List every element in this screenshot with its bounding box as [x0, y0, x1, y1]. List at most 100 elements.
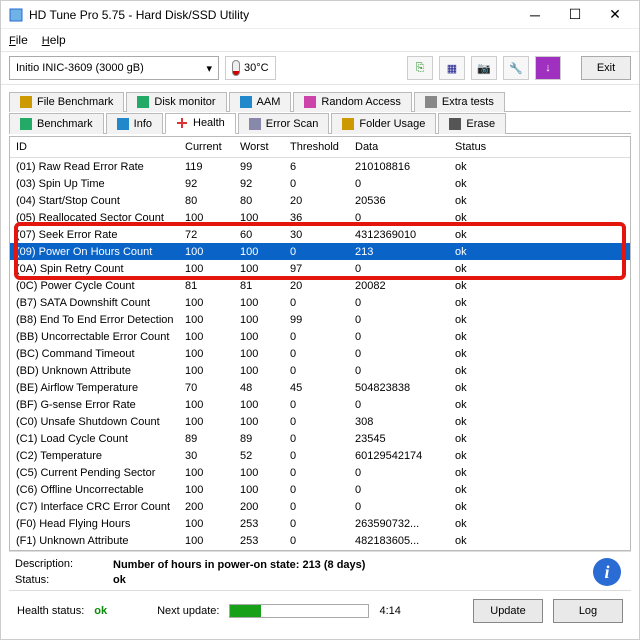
tab-disk-monitor[interactable]: Disk monitor — [126, 92, 226, 112]
cell: 100 — [240, 484, 290, 496]
cell: 60129542174 — [355, 450, 455, 462]
cell: 100 — [185, 263, 240, 275]
save-button[interactable]: ↓ — [535, 56, 561, 80]
tab-info[interactable]: Info — [106, 113, 163, 134]
cell: 99 — [290, 314, 355, 326]
tab-label: Random Access — [321, 96, 400, 108]
cell: 23545 — [355, 433, 455, 445]
camera-button[interactable]: 📷 — [471, 56, 497, 80]
table-row[interactable]: (C1) Load Cycle Count8989023545ok — [10, 430, 630, 447]
table-row[interactable]: (09) Power On Hours Count1001000213ok — [10, 243, 630, 260]
table-row[interactable]: (F1) Unknown Attribute1002530482183605..… — [10, 532, 630, 549]
close-button[interactable]: ✕ — [595, 1, 635, 29]
cell: 81 — [185, 280, 240, 292]
cell: 0 — [355, 178, 455, 190]
table-row[interactable]: (BE) Airflow Temperature704845504823838o… — [10, 379, 630, 396]
settings-button[interactable]: 🔧 — [503, 56, 529, 80]
cell: 213 — [355, 246, 455, 258]
cell: 100 — [240, 348, 290, 360]
cell: 100 — [185, 246, 240, 258]
table-row[interactable]: (B7) SATA Downshift Count10010000ok — [10, 294, 630, 311]
cell: 80 — [240, 195, 290, 207]
col-data[interactable]: Data — [355, 141, 455, 153]
cell: 253 — [240, 518, 290, 530]
disk-monitor-icon — [137, 96, 149, 108]
cell: 0 — [355, 365, 455, 377]
table-row[interactable]: (B8) End To End Error Detection100100990… — [10, 311, 630, 328]
table-row[interactable]: (BF) G-sense Error Rate10010000ok — [10, 396, 630, 413]
cell: (03) Spin Up Time — [10, 178, 185, 190]
cell: 0 — [355, 399, 455, 411]
cell: 0 — [290, 297, 355, 309]
tab-extra-tests[interactable]: Extra tests — [414, 92, 505, 112]
table-row[interactable]: (0C) Power Cycle Count81812020082ok — [10, 277, 630, 294]
table-row[interactable]: (07) Seek Error Rate7260304312369010ok — [10, 226, 630, 243]
cell: 72 — [185, 229, 240, 241]
cell: ok — [455, 178, 515, 190]
table-row[interactable]: (BB) Uncorrectable Error Count10010000ok — [10, 328, 630, 345]
screenshot-button[interactable]: ▦ — [439, 56, 465, 80]
col-status[interactable]: Status — [455, 141, 515, 153]
app-icon — [9, 8, 23, 22]
cell: ok — [455, 399, 515, 411]
exit-button[interactable]: Exit — [581, 56, 631, 80]
tab-error-scan[interactable]: Error Scan — [238, 113, 330, 134]
menu-file[interactable]: File — [9, 33, 28, 47]
cell: (07) Seek Error Rate — [10, 229, 185, 241]
cell: 0 — [355, 331, 455, 343]
cell: 100 — [185, 399, 240, 411]
tab-label: Benchmark — [37, 118, 93, 130]
tab-label: Folder Usage — [359, 118, 425, 130]
table-row[interactable]: (05) Reallocated Sector Count100100360ok — [10, 209, 630, 226]
tab-file-benchmark[interactable]: File Benchmark — [9, 92, 124, 112]
cell: 0 — [355, 212, 455, 224]
table-row[interactable]: (C6) Offline Uncorrectable10010000ok — [10, 481, 630, 498]
cell: 100 — [185, 212, 240, 224]
col-id[interactable]: ID — [10, 141, 185, 153]
tab-aam[interactable]: AAM — [229, 92, 292, 112]
log-button[interactable]: Log — [553, 599, 623, 623]
update-button[interactable]: Update — [473, 599, 543, 623]
folder-usage-icon — [342, 118, 354, 130]
arrow-down-icon: ↓ — [545, 62, 551, 74]
table-row[interactable]: (01) Raw Read Error Rate119996210108816o… — [10, 158, 630, 175]
cell: 45 — [290, 382, 355, 394]
tab-folder-usage[interactable]: Folder Usage — [331, 113, 436, 134]
minimize-button[interactable]: ─ — [515, 1, 555, 29]
table-row[interactable]: (F2) Unknown Attribute1002530738513985..… — [10, 549, 630, 550]
table-row[interactable]: (C7) Interface CRC Error Count20020000ok — [10, 498, 630, 515]
cell: 0 — [355, 348, 455, 360]
desc-status: ok — [113, 573, 585, 588]
info-icon[interactable]: i — [593, 558, 621, 586]
cell: (C6) Offline Uncorrectable — [10, 484, 185, 496]
maximize-button[interactable]: ☐ — [555, 1, 595, 29]
tab-label: Health — [193, 117, 225, 129]
col-current[interactable]: Current — [185, 141, 240, 153]
col-worst[interactable]: Worst — [240, 141, 290, 153]
table-row[interactable]: (BD) Unknown Attribute10010000ok — [10, 362, 630, 379]
tab-benchmark[interactable]: Benchmark — [9, 113, 104, 134]
cell: 0 — [355, 314, 455, 326]
table-row[interactable]: (03) Spin Up Time929200ok — [10, 175, 630, 192]
table-row[interactable]: (F0) Head Flying Hours1002530263590732..… — [10, 515, 630, 532]
cell: 92 — [240, 178, 290, 190]
cell: ok — [455, 297, 515, 309]
cell: (0A) Spin Retry Count — [10, 263, 185, 275]
tab-erase[interactable]: Erase — [438, 113, 506, 134]
cell: 253 — [240, 535, 290, 547]
table-row[interactable]: (C0) Unsafe Shutdown Count1001000308ok — [10, 413, 630, 430]
menu-help[interactable]: Help — [42, 33, 66, 47]
copy-button[interactable]: ⎘ — [407, 56, 433, 80]
window-title: HD Tune Pro 5.75 - Hard Disk/SSD Utility — [29, 8, 515, 22]
grid-body[interactable]: (01) Raw Read Error Rate119996210108816o… — [10, 158, 630, 550]
table-row[interactable]: (C2) Temperature3052060129542174ok — [10, 447, 630, 464]
col-threshold[interactable]: Threshold — [290, 141, 355, 153]
cell: (F1) Unknown Attribute — [10, 535, 185, 547]
table-row[interactable]: (0A) Spin Retry Count100100970ok — [10, 260, 630, 277]
table-row[interactable]: (BC) Command Timeout10010000ok — [10, 345, 630, 362]
drive-select[interactable]: Initio INIC-3609 (3000 gB) ▾ — [9, 56, 219, 80]
table-row[interactable]: (C5) Current Pending Sector10010000ok — [10, 464, 630, 481]
table-row[interactable]: (04) Start/Stop Count80802020536ok — [10, 192, 630, 209]
tab-random-access[interactable]: Random Access — [293, 92, 411, 112]
tab-health[interactable]: Health — [165, 113, 236, 134]
